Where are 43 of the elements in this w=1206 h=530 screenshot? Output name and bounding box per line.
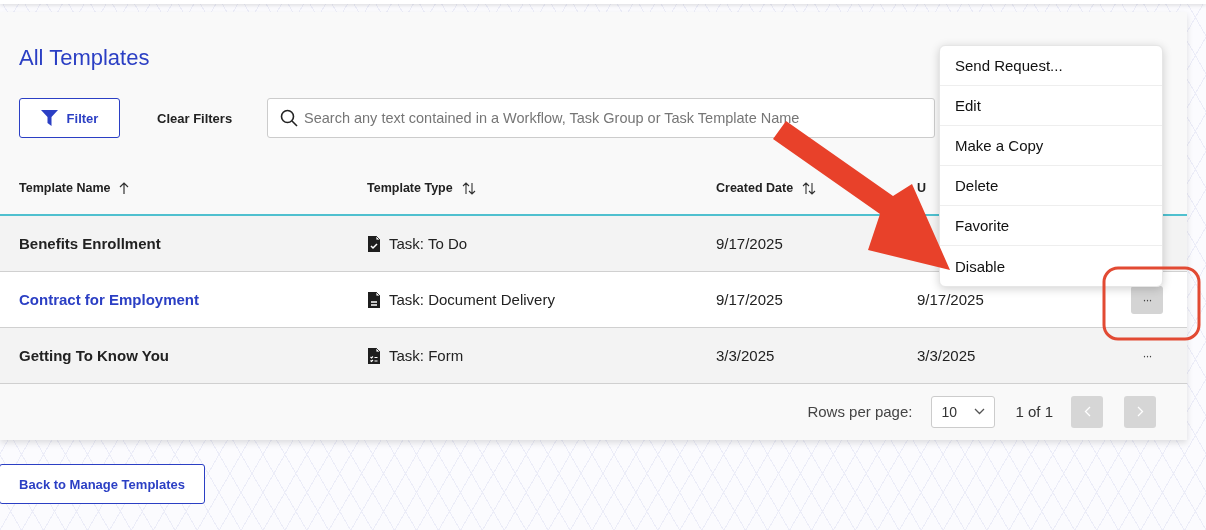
column-header[interactable]: Template Type <box>367 181 453 195</box>
back-button[interactable]: Back to Manage Templates <box>0 464 205 504</box>
more-actions-button[interactable]: ··· <box>1131 341 1163 370</box>
search-field[interactable]: Search any text contained in a Workflow, Task Group or Task Template Name <box>267 98 935 138</box>
document-icon <box>367 290 381 309</box>
checked-document-icon <box>367 234 381 253</box>
filter-button[interactable]: Filter <box>19 98 120 138</box>
menu-item[interactable]: Edit <box>940 86 1162 126</box>
table-cell: 3/3/2025 <box>917 347 976 364</box>
rows-per-page-select[interactable]: 10 <box>931 395 996 428</box>
search-icon <box>280 109 298 127</box>
chevron-down-icon <box>974 408 986 415</box>
menu-item[interactable]: Make a Copy <box>940 126 1162 166</box>
more-actions-button[interactable]: ··· <box>1131 285 1163 314</box>
clear-filters-button[interactable]: Clear Filters <box>157 110 267 126</box>
template-link[interactable]: Contract for Employment <box>19 291 199 308</box>
filter-icon <box>40 110 58 126</box>
menu-item[interactable]: Send Request... <box>940 46 1162 86</box>
table-row[interactable]: Getting To Know You Task: Form 3/3/2025 3/3/2025 ··· <box>0 328 1187 384</box>
template-name: Getting To Know You <box>19 347 169 364</box>
sort-icon[interactable] <box>802 181 817 195</box>
menu-item[interactable]: Delete <box>940 166 1162 206</box>
table-row[interactable]: Contract for Employment Task: Document Delivery 9/17/2025 9/17/2025 ··· <box>0 272 1187 328</box>
created-date: 9/17/2025 <box>716 291 783 308</box>
template-type: Task: To Do <box>389 235 468 252</box>
table-cell: 9/17/2025 <box>917 291 984 308</box>
sort-up-icon[interactable] <box>119 182 130 194</box>
chevron-right-icon <box>1136 406 1144 417</box>
column-header[interactable]: Created Date <box>716 181 794 195</box>
menu-item[interactable]: Favorite <box>940 206 1162 246</box>
sort-icon[interactable] <box>461 181 476 195</box>
created-date: 3/3/2025 <box>716 347 775 364</box>
template-name: Benefits Enrollment <box>19 235 161 252</box>
column-header[interactable]: Template Name <box>19 181 111 195</box>
created-date: 9/17/2025 <box>716 235 783 252</box>
template-type: Task: Form <box>389 347 464 364</box>
checklist-document-icon <box>367 346 381 365</box>
page-title: All Templates <box>19 44 150 72</box>
page-info: 1 of 1 <box>1015 403 1053 420</box>
template-type: Task: Document Delivery <box>389 291 555 308</box>
chevron-left-icon <box>1083 406 1091 417</box>
rows-per-page-label: Rows per page: <box>807 403 913 420</box>
column-header[interactable]: U <box>917 181 927 195</box>
